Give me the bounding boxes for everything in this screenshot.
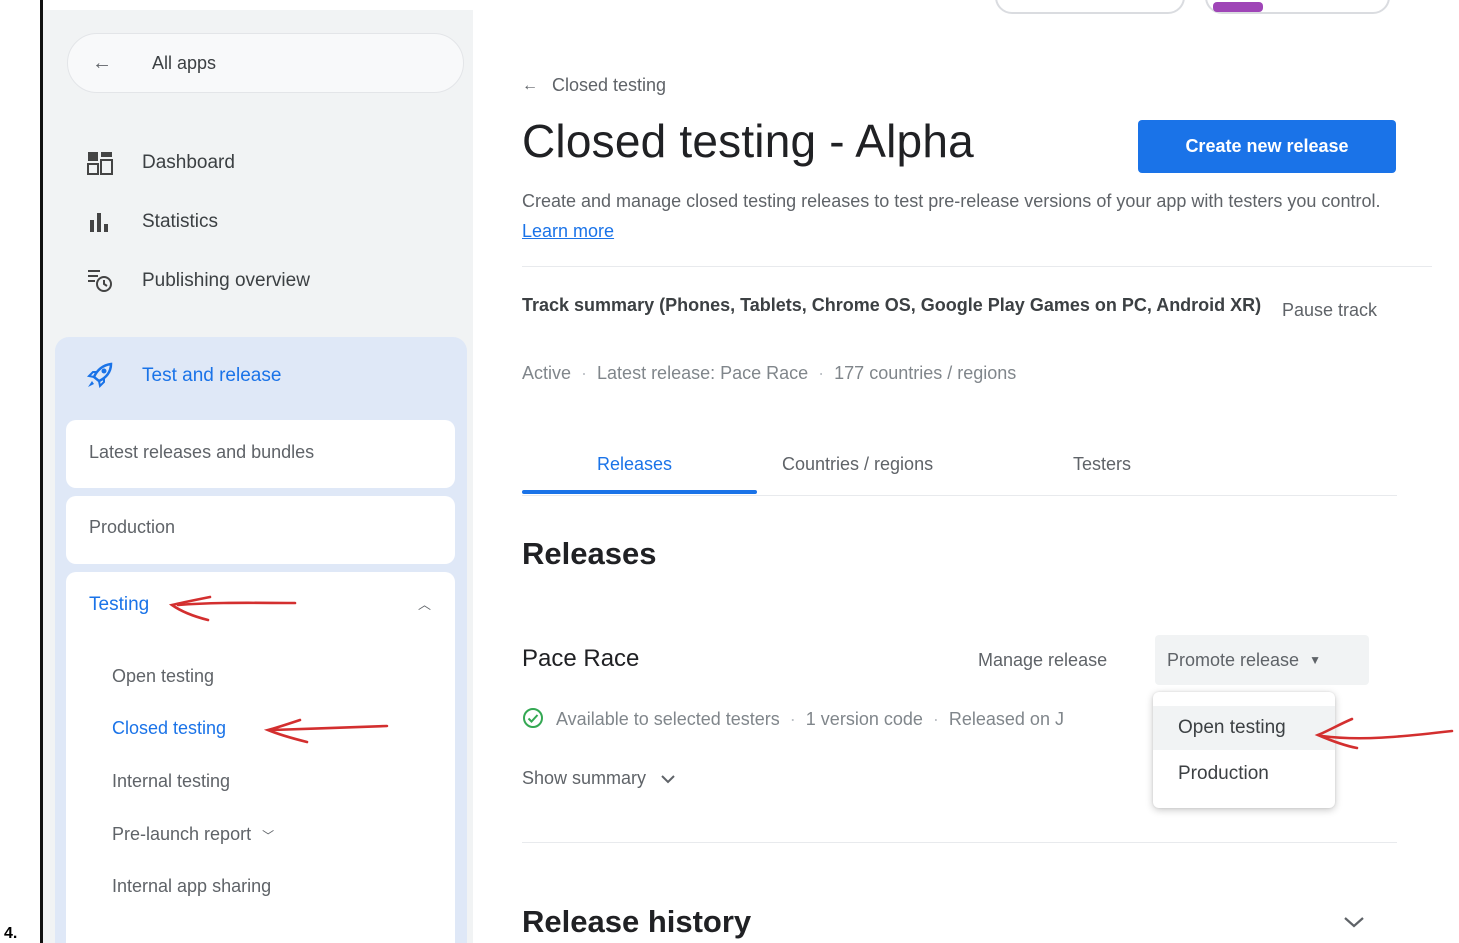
sidebar-item-label: Publishing overview xyxy=(142,270,310,291)
menu-item-production[interactable]: Production xyxy=(1153,752,1335,796)
releases-heading: Releases xyxy=(522,536,657,571)
publishing-overview-icon xyxy=(84,267,116,295)
page-title: Closed testing - Alpha xyxy=(522,115,974,167)
sidebar-item-label: Production xyxy=(89,517,176,537)
release-history-heading: Release history xyxy=(522,904,752,939)
back-arrow-icon: ← xyxy=(92,51,112,74)
status-state: Active xyxy=(522,363,572,383)
create-new-release-button[interactable]: Create new release xyxy=(1138,120,1396,173)
separator-dot: · xyxy=(818,363,825,383)
dropdown-caret-icon: ▼ xyxy=(1309,653,1321,667)
sidebar-item-testing[interactable]: Testing xyxy=(89,594,149,616)
all-apps-button[interactable]: ← All apps xyxy=(67,33,464,93)
sidebar-item-statistics[interactable]: Statistics xyxy=(84,207,218,237)
release-date: Released on J xyxy=(948,708,1064,729)
chevron-down-icon[interactable] xyxy=(1342,915,1366,934)
tab-releases[interactable]: Releases xyxy=(597,454,672,475)
promote-release-label: Promote release xyxy=(1167,649,1300,670)
sidebar-item-internal-testing[interactable]: Internal testing xyxy=(112,771,230,792)
back-arrow-icon: ← xyxy=(522,76,538,94)
release-name: Pace Race xyxy=(522,645,640,672)
sidebar-item-latest-releases[interactable]: Latest releases and bundles xyxy=(66,420,455,488)
bar-chart-icon xyxy=(84,208,116,236)
breadcrumb[interactable]: ← Closed testing xyxy=(522,75,666,96)
top-account-pill[interactable] xyxy=(1205,0,1390,14)
release-availability: Available to selected testers xyxy=(556,708,780,729)
tab-testers[interactable]: Testers xyxy=(1073,454,1131,475)
show-summary-label: Show summary xyxy=(522,768,647,788)
description-text: Create and manage closed testing release… xyxy=(522,191,1381,211)
sidebar-group-testing: Testing ︿ Open testing Closed testing In… xyxy=(66,572,455,943)
sidebar-item-label: Latest releases and bundles xyxy=(89,442,315,462)
show-summary-toggle[interactable]: Show summary xyxy=(522,768,676,789)
pause-track-button[interactable]: Pause track xyxy=(1282,300,1377,321)
track-status: Active · Latest release: Pace Race · 177… xyxy=(522,363,1016,384)
sidebar-item-open-testing[interactable]: Open testing xyxy=(112,666,214,687)
learn-more-link[interactable]: Learn more xyxy=(522,221,614,241)
sidebar-item-next xyxy=(66,930,455,943)
dashboard-icon xyxy=(84,149,116,177)
sidebar-item-label: Statistics xyxy=(142,211,219,232)
manage-release-button[interactable]: Manage release xyxy=(978,650,1107,671)
status-latest-release: Latest release: Pace Race xyxy=(597,363,809,383)
chevron-up-icon[interactable]: ︿ xyxy=(418,594,431,613)
active-tab-indicator xyxy=(522,490,757,494)
status-countries: 177 countries / regions xyxy=(834,363,1017,383)
divider xyxy=(522,266,1432,267)
separator-dot: · xyxy=(932,708,939,729)
separator-dot: · xyxy=(581,363,588,383)
account-accent xyxy=(1213,2,1263,12)
sidebar-item-production[interactable]: Production xyxy=(66,496,455,564)
sidebar-item-closed-testing[interactable]: Closed testing xyxy=(112,718,226,739)
sidebar-item-dashboard[interactable]: Dashboard xyxy=(84,148,235,178)
promote-release-menu: Open testing Production xyxy=(1153,692,1335,808)
sidebar-item-label: Dashboard xyxy=(142,152,235,173)
track-summary: Track summary (Phones, Tablets, Chrome O… xyxy=(522,295,1262,315)
tab-bar: Releases Countries / regions Testers xyxy=(522,440,1397,496)
chevron-down-icon: ﹀ xyxy=(262,829,275,843)
promote-release-button[interactable]: Promote release ▼ xyxy=(1155,635,1369,685)
sidebar-item-publishing-overview[interactable]: Publishing overview xyxy=(84,266,310,296)
check-circle-icon xyxy=(522,707,546,731)
separator-dot: · xyxy=(789,708,796,729)
page-description: Create and manage closed testing release… xyxy=(522,186,1402,246)
sidebar-item-pre-launch-report[interactable]: Pre-launch report ﹀ xyxy=(112,824,274,845)
sidebar-section-label: Test and release xyxy=(142,365,282,386)
divider xyxy=(522,842,1397,843)
sidebar-item-label: Pre-launch report xyxy=(112,824,252,844)
chevron-down-icon xyxy=(660,768,676,789)
tab-countries-regions[interactable]: Countries / regions xyxy=(782,454,933,475)
all-apps-label: All apps xyxy=(152,52,217,73)
step-number: 4. xyxy=(4,925,18,942)
top-search-pill[interactable] xyxy=(995,0,1185,14)
sidebar-item-internal-app-sharing[interactable]: Internal app sharing xyxy=(112,876,271,897)
sidebar-item-test-and-release[interactable]: Test and release xyxy=(84,360,281,392)
release-meta: Available to selected testers · 1 versio… xyxy=(522,707,1152,731)
breadcrumb-label: Closed testing xyxy=(552,75,667,95)
menu-item-open-testing[interactable]: Open testing xyxy=(1153,706,1335,750)
rocket-icon xyxy=(84,362,116,390)
release-version-codes: 1 version code xyxy=(805,708,923,729)
